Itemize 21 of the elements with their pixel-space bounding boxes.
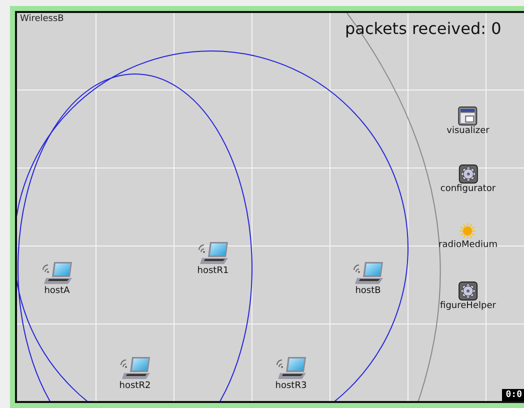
packets-counter: packets received: 0 <box>345 19 502 38</box>
laptop-icon <box>274 355 308 381</box>
window-icon <box>458 106 478 126</box>
node-label: hostB <box>355 286 381 297</box>
laptop-icon <box>118 355 152 381</box>
node-label: radioMedium <box>438 240 498 251</box>
gear-icon <box>458 164 478 184</box>
node-label: hostR3 <box>275 381 307 392</box>
laptop-icon <box>196 240 230 266</box>
node-label: hostR1 <box>197 266 229 277</box>
sim-time: 0:0 <box>502 389 524 401</box>
node-label: visualizer <box>446 126 490 137</box>
gear-icon <box>458 281 478 301</box>
network-title: WirelessB <box>20 14 64 24</box>
laptop-icon <box>40 260 74 286</box>
node-label: hostA <box>44 286 70 297</box>
node-label: configurator <box>440 184 496 195</box>
node-label: hostR2 <box>119 381 151 392</box>
laptop-icon <box>351 260 385 286</box>
sun-icon <box>459 222 477 240</box>
node-label: figureHelper <box>440 301 496 312</box>
